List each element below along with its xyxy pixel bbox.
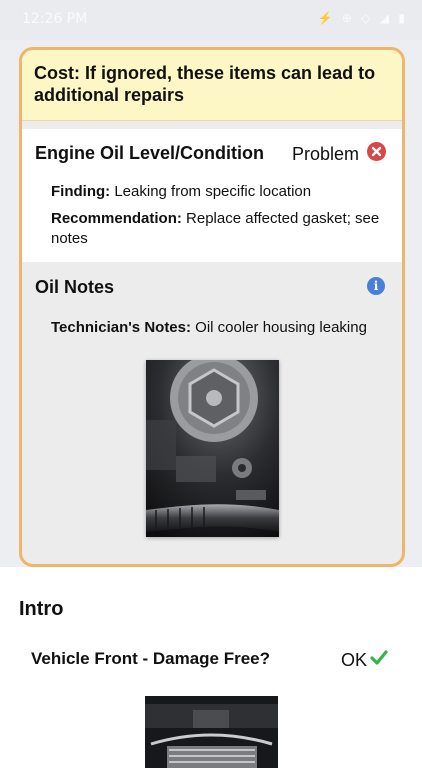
error-x-icon [367,142,386,161]
intro-item-title[interactable]: Vehicle Front - Damage Free? [31,649,270,669]
notes-title: Oil Notes [35,277,115,297]
finding-row: Finding: Leaking from specific location [51,182,391,202]
inspection-item[interactable]: Engine Oil Level/Condition Problem Findi… [22,129,402,262]
check-icon [369,648,389,668]
recommendation-label: Recommendation: [51,210,182,227]
inspection-card: Cost: If ignored, these items can lead t… [19,47,405,567]
tech-notes-value: Oil cooler housing leaking [195,319,367,336]
item-status: Problem [292,144,360,164]
intro-item-status: OK [341,650,368,670]
tech-notes-row: Technician's Notes: Oil cooler housing l… [51,318,396,338]
vehicle-front-photo[interactable] [145,696,278,768]
intro-heading: Intro [19,598,64,620]
status-time: 12:26 PM [22,11,88,27]
finding-value: Leaking from specific location [114,183,312,200]
info-icon[interactable]: i [367,277,385,295]
status-bar: 12:26 PM ⚡ ⊕ ◇ ◢ ▮ [0,0,422,40]
oil-cooler-photo[interactable] [146,360,279,537]
tech-notes-label: Technician's Notes: [51,319,191,336]
item-title: Engine Oil Level/Condition [35,143,265,163]
status-icons: ⚡ ⊕ ◇ ◢ ▮ [317,11,408,25]
cost-banner-text: Cost: If ignored, these items can lead t… [34,63,376,105]
intro-section: Intro Vehicle Front - Damage Free? OK [0,567,422,768]
finding-label: Finding: [51,183,111,200]
cost-banner: Cost: If ignored, these items can lead t… [22,50,402,121]
recommendation-row: Recommendation: Replace affected gasket;… [51,209,396,249]
